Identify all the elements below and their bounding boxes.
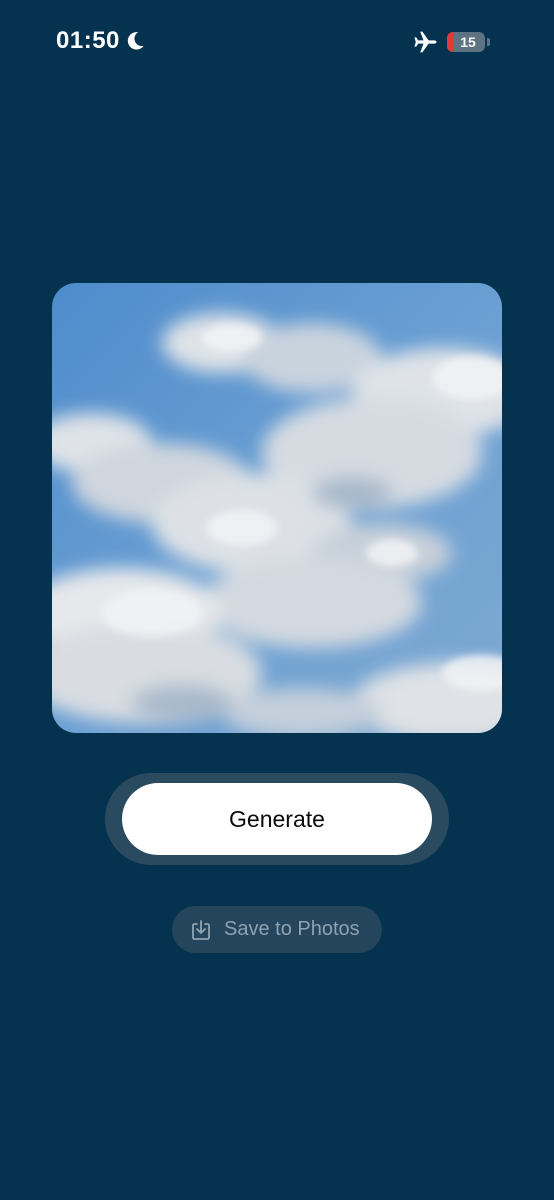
status-time: 01:50 bbox=[56, 27, 120, 54]
app-screen: 01:50 15 Generate Save to Photos bbox=[0, 0, 554, 1200]
airplane-icon bbox=[414, 31, 437, 53]
generate-button-ring: Generate bbox=[105, 773, 449, 865]
save-to-photos-label: Save to Photos bbox=[224, 918, 360, 940]
generate-button[interactable]: Generate bbox=[122, 783, 432, 855]
battery-level: 15 bbox=[460, 34, 476, 50]
status-indicators: 15 bbox=[412, 30, 490, 54]
generated-image bbox=[52, 283, 502, 733]
cloud-sky-image bbox=[52, 283, 502, 733]
battery-indicator: 15 bbox=[447, 32, 485, 52]
save-to-photos-button[interactable]: Save to Photos bbox=[172, 906, 382, 953]
status-time-group: 01:50 bbox=[56, 27, 146, 55]
status-bar: 01:50 15 bbox=[0, 0, 554, 84]
battery-tip bbox=[487, 38, 490, 46]
moon-icon bbox=[127, 32, 144, 50]
download-tray-icon bbox=[192, 919, 210, 940]
